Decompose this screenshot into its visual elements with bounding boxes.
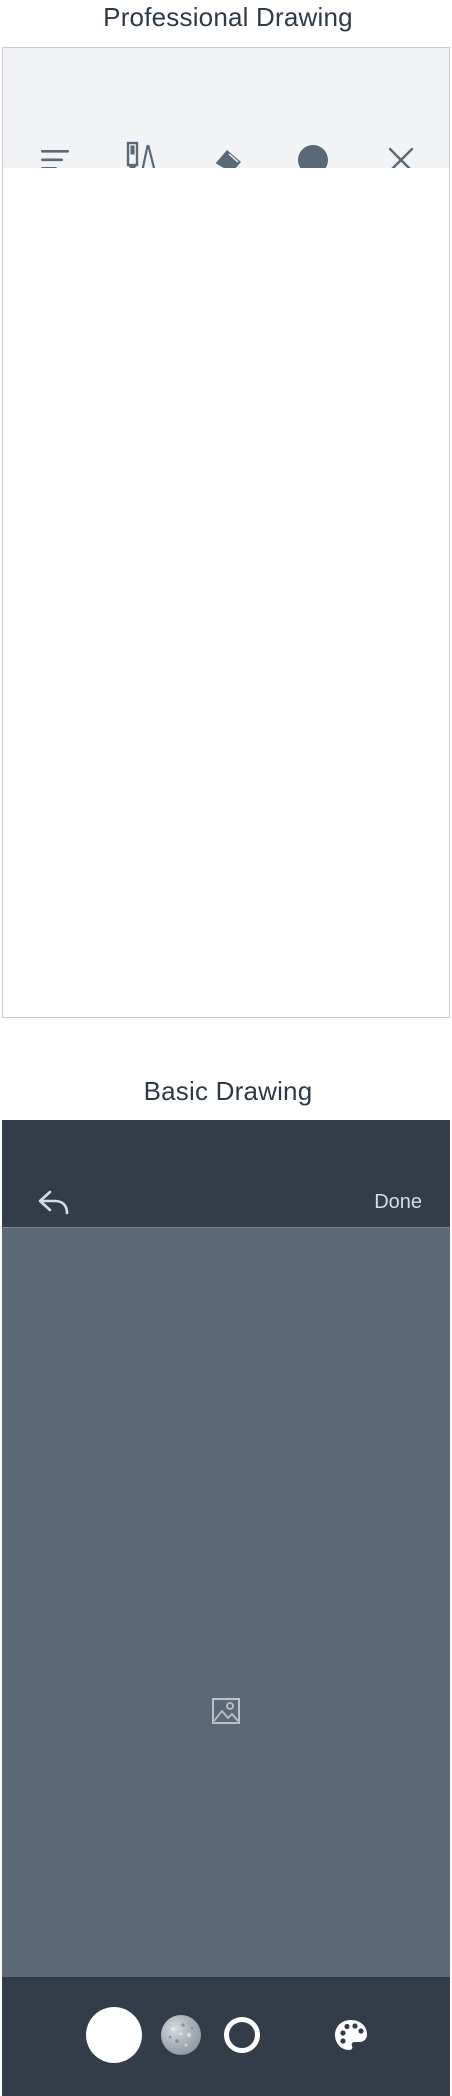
basic-bottom-toolbar bbox=[2, 1977, 450, 2096]
professional-toolbar bbox=[3, 48, 449, 175]
professional-drawing-canvas[interactable] bbox=[3, 168, 449, 1017]
outline-brush-button[interactable] bbox=[224, 2017, 260, 2053]
image-icon bbox=[210, 1696, 242, 1726]
basic-drawing-title: Basic Drawing bbox=[143, 1076, 313, 1106]
undo-icon[interactable] bbox=[36, 1186, 72, 1218]
basic-drawing-canvas[interactable] bbox=[2, 1228, 450, 1977]
done-button[interactable]: Done bbox=[374, 1186, 422, 1218]
basic-header: Done bbox=[2, 1120, 450, 1228]
professional-drawing-frame bbox=[2, 47, 450, 1018]
brush-size-large-button[interactable] bbox=[86, 2007, 142, 2063]
professional-drawing-title: Professional Drawing bbox=[103, 2, 353, 32]
basic-drawing-frame: Done bbox=[2, 1120, 450, 2096]
palette-icon[interactable] bbox=[332, 2017, 370, 2053]
texture-brush-button[interactable] bbox=[161, 2015, 201, 2055]
